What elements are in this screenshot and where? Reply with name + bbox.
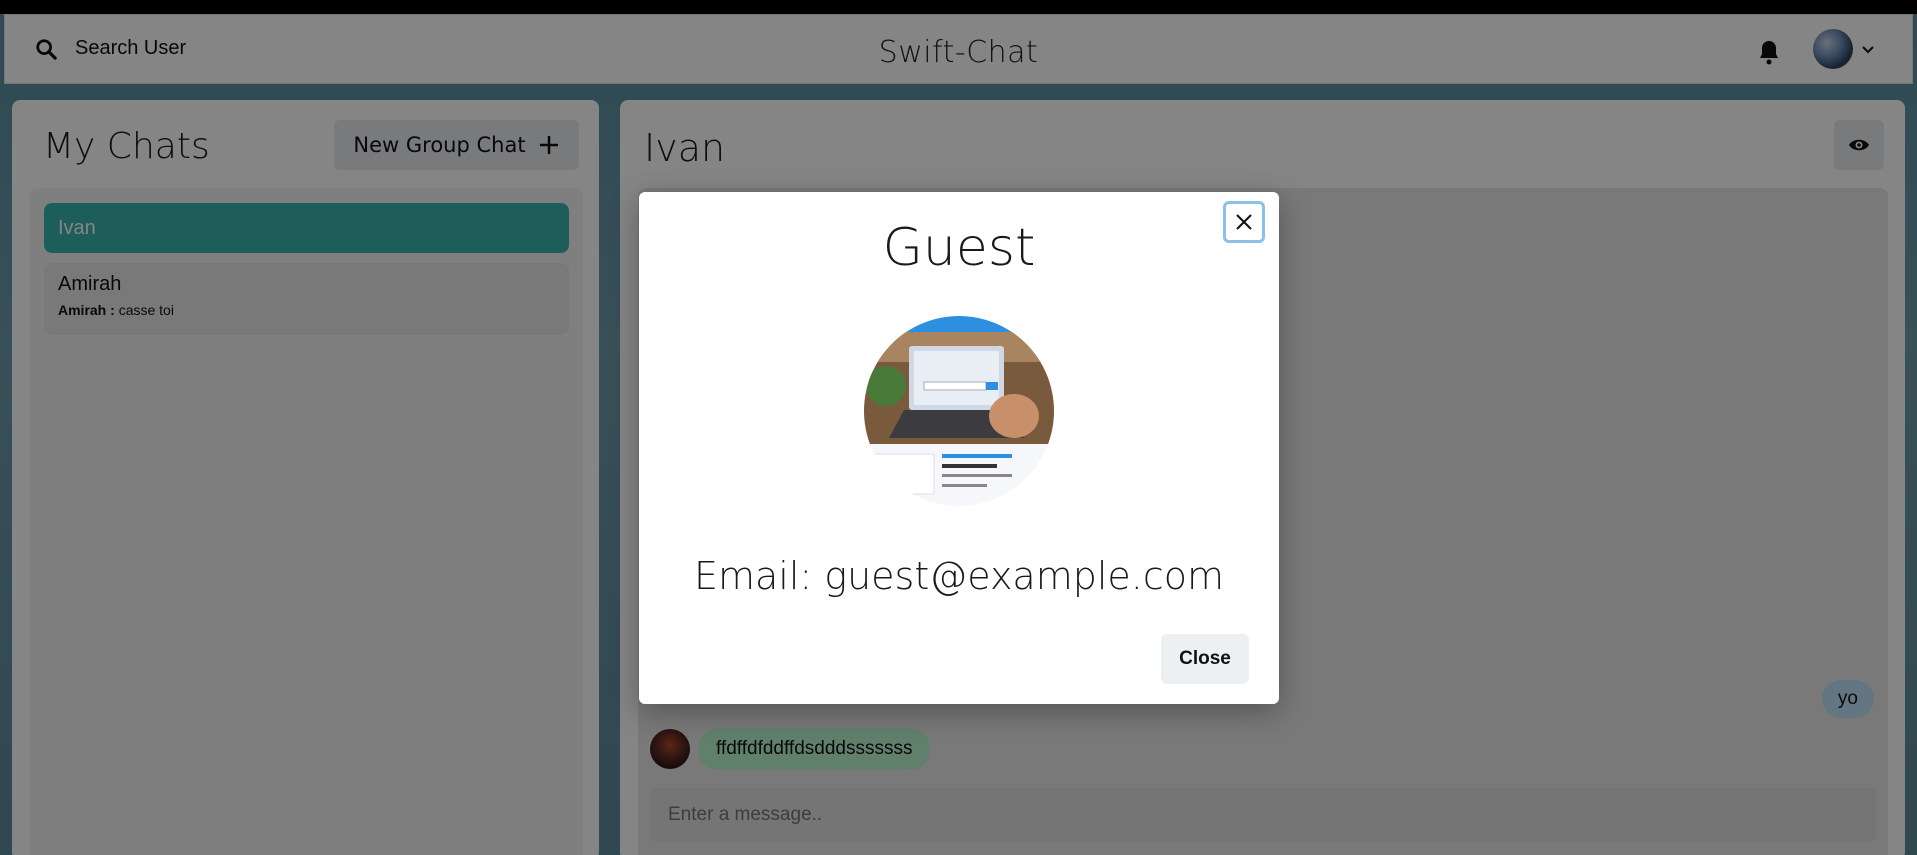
modal-title: Guest bbox=[882, 218, 1036, 278]
profile-picture bbox=[864, 316, 1054, 506]
close-button[interactable]: Close bbox=[1161, 634, 1249, 684]
modal-email: Email: guest@example.com bbox=[693, 554, 1225, 598]
profile-modal: Guest Email: guest@example.com Close bbox=[639, 192, 1279, 704]
